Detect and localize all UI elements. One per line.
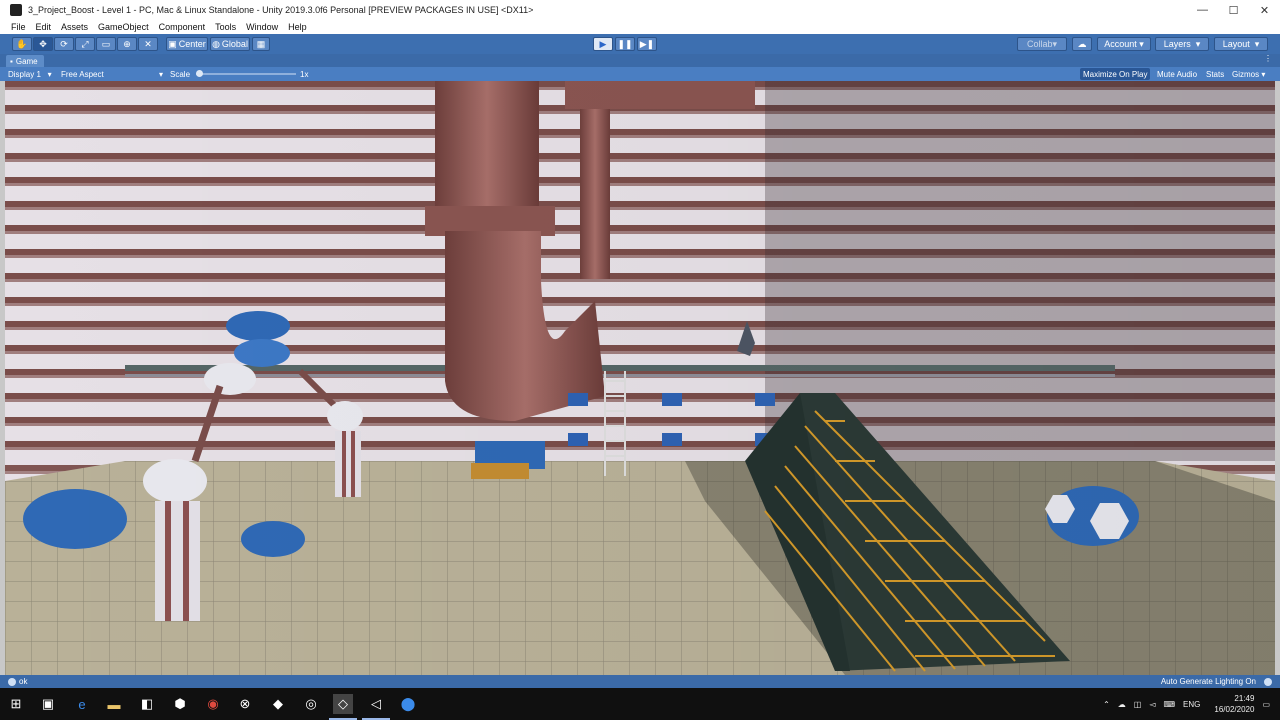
clock-time: 21:49 — [1234, 694, 1255, 703]
lighting-status: Auto Generate Lighting On — [1160, 677, 1256, 686]
chevron-down-icon: ▾ — [158, 69, 163, 79]
lighting-icon — [1264, 677, 1272, 686]
window-title: 3_Project_Boost - Level 1 - PC, Mac & Li… — [28, 5, 534, 15]
layout-label: Layout — [1222, 39, 1250, 49]
tray-overflow-icon[interactable]: ⌃ — [1103, 700, 1110, 709]
collab-label: Collab — [1026, 39, 1053, 49]
minimize-icon[interactable]: — — [1187, 0, 1218, 20]
scale-label: Scale — [170, 69, 191, 79]
menu-assets[interactable]: Assets — [61, 22, 88, 32]
scale-slider-thumb[interactable] — [196, 70, 203, 77]
menu-edit[interactable]: Edit — [36, 22, 52, 32]
info-icon — [8, 677, 16, 686]
game-tab-strip: ▪ Game ⋮ — [0, 54, 1280, 67]
space-label: Global — [221, 39, 248, 49]
hand-tool-icon[interactable]: ✋ — [12, 37, 32, 51]
unity-editor-task-icon[interactable]: ◇ — [329, 694, 357, 720]
display-label: Display 1 — [8, 69, 41, 79]
cloud-icon[interactable]: ☁ — [1072, 37, 1092, 51]
scale-slider[interactable] — [196, 67, 296, 81]
menu-file[interactable]: File — [11, 22, 26, 32]
maps-icon[interactable]: ⬤ — [398, 694, 418, 714]
scale-value: 1x — [300, 69, 309, 79]
mute-audio-toggle[interactable]: Mute Audio — [1154, 68, 1200, 80]
chrome-icon[interactable]: ◉ — [203, 694, 223, 714]
layers-dropdown[interactable]: Layers ▾ — [1155, 37, 1209, 51]
aspect-label: Free Aspect — [61, 69, 104, 79]
transform-tool-icon[interactable]: ⊕ — [117, 37, 137, 51]
store-icon[interactable]: ◧ — [137, 694, 157, 714]
unity-editor-window: 3_Project_Boost - Level 1 - PC, Mac & Li… — [0, 0, 1280, 720]
menu-tools[interactable]: Tools — [215, 22, 236, 32]
volume-icon[interactable]: ◅ — [1149, 700, 1155, 709]
custom-tool-icon[interactable]: ✕ — [138, 37, 158, 51]
tab-game[interactable]: ▪ Game — [6, 55, 44, 67]
pivot-icon: ▣ — [168, 38, 177, 49]
unity-icon[interactable]: ◆ — [268, 694, 288, 714]
close-icon[interactable]: ✕ — [1249, 0, 1280, 20]
edge-browser-icon[interactable]: e — [72, 694, 92, 714]
maximize-icon[interactable]: ☐ — [1218, 0, 1249, 20]
rotate-tool-icon[interactable]: ⟳ — [54, 37, 74, 51]
language-indicator[interactable]: ENG — [1183, 700, 1200, 709]
play-button[interactable]: ▶ — [593, 37, 613, 51]
account-label: Account — [1104, 39, 1137, 49]
game-viewport[interactable] — [5, 81, 1275, 675]
file-explorer-icon[interactable]: ▬ — [104, 694, 124, 714]
ambient-shade — [5, 81, 1275, 675]
aspect-dropdown[interactable]: Free Aspect ▾ — [61, 67, 163, 81]
tab-menu-icon[interactable]: ⋮ — [1264, 54, 1272, 63]
network-icon[interactable]: ◫ — [1134, 700, 1142, 709]
gizmos-dropdown[interactable]: Gizmos ▾ — [1229, 68, 1268, 80]
step-button[interactable]: ▶❚ — [637, 37, 657, 51]
rect-tool-icon[interactable]: ▭ — [96, 37, 116, 51]
title-bar: 3_Project_Boost - Level 1 - PC, Mac & Li… — [0, 0, 1280, 20]
account-dropdown[interactable]: Account ▾ — [1097, 37, 1151, 51]
space-global-button[interactable]: ◍ Global — [210, 37, 250, 51]
status-bar: ok Auto Generate Lighting On — [0, 675, 1280, 688]
notifications-icon[interactable]: ▭ — [1262, 700, 1270, 709]
collab-button[interactable]: Collab ▾ — [1017, 37, 1067, 51]
windows-start-icon[interactable]: ⊞ — [6, 694, 26, 714]
menu-bar: File Edit Assets GameObject Component To… — [0, 20, 1280, 34]
unity-hub-icon[interactable]: ⬢ — [170, 694, 190, 714]
menu-window[interactable]: Window — [246, 22, 278, 32]
keyboard-icon[interactable]: ⌨ — [1164, 700, 1176, 709]
menu-help[interactable]: Help — [288, 22, 307, 32]
tab-game-label: Game — [15, 56, 38, 66]
display-dropdown[interactable]: Display 1 ▾ — [8, 67, 52, 81]
clock[interactable]: 21:49 16/02/2020 — [1214, 693, 1254, 715]
game-view-toolbar: Display 1 ▾ Free Aspect ▾ Scale 1x Maximi… — [0, 67, 1280, 81]
globe-icon: ◍ — [212, 38, 220, 49]
system-tray: ⌃ ☁ ◫ ◅ ⌨ ENG 21:49 16/02/2020 ▭ — [1099, 688, 1270, 720]
layers-label: Layers — [1163, 39, 1191, 49]
task-view-icon[interactable]: ▣ — [38, 694, 58, 714]
console-status[interactable]: ok — [8, 677, 27, 686]
pause-button[interactable]: ❚❚ — [615, 37, 635, 51]
pivot-label: Center — [178, 39, 206, 49]
clock-date: 16/02/2020 — [1214, 705, 1255, 714]
onedrive-icon[interactable]: ☁ — [1118, 700, 1126, 709]
obs-icon[interactable]: ◎ — [301, 694, 321, 714]
stats-toggle[interactable]: Stats — [1203, 68, 1227, 80]
main-toolbar: ✋ ✥ ⟳ ⤢ ▭ ⊕ ✕ ▣ Center ◍ Global ▦ ▶ ❚❚ ▶❚ … — [0, 34, 1280, 54]
menu-gameobject[interactable]: GameObject — [98, 22, 149, 32]
game-view-icon: ▪ — [10, 56, 13, 66]
unity-logo-icon — [10, 4, 22, 16]
game-scene — [5, 81, 1275, 675]
visual-studio-icon[interactable]: ◁ — [362, 694, 390, 720]
layout-dropdown[interactable]: Layout ▾ — [1214, 37, 1268, 51]
scale-tool-icon[interactable]: ⤢ — [75, 37, 95, 51]
menu-component[interactable]: Component — [159, 22, 206, 32]
windows-taskbar: ⊞ ▣ e ▬ ◧ ⬢ ◉ ⊗ ◆ ◎ ◇ ◁ ⬤ ⌃ ☁ ◫ ◅ ⌨ ENG … — [0, 688, 1280, 720]
move-tool-icon[interactable]: ✥ — [33, 37, 53, 51]
maximize-on-play-toggle[interactable]: Maximize On Play — [1080, 68, 1151, 80]
status-message: ok — [19, 677, 28, 686]
gizmos-label: Gizmos — [1232, 69, 1260, 79]
snap-grid-icon[interactable]: ▦ — [252, 37, 270, 51]
xbox-icon[interactable]: ⊗ — [235, 694, 255, 714]
window-controls: — ☐ ✕ — [1187, 0, 1280, 20]
pivot-center-button[interactable]: ▣ Center — [166, 37, 208, 51]
